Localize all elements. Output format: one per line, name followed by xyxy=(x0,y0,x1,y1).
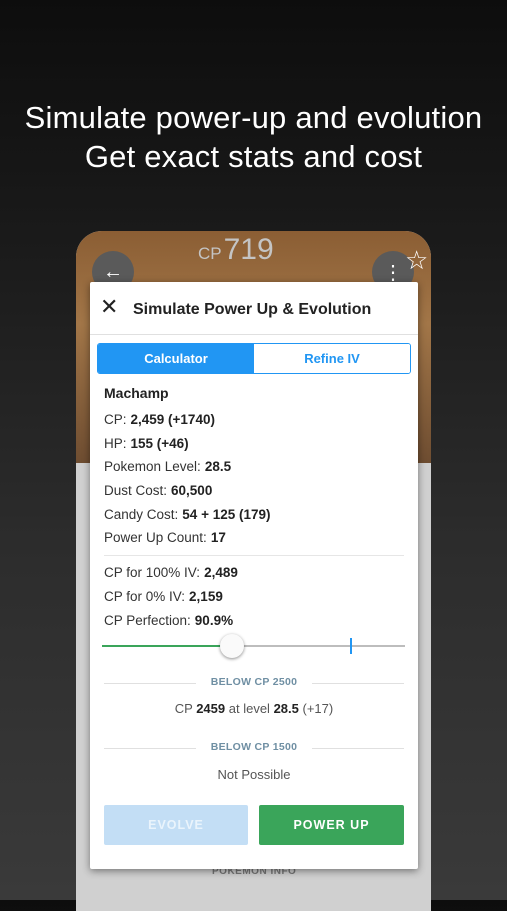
slider-thumb[interactable] xyxy=(220,634,244,658)
stat-value: 54 + 125 (179) xyxy=(182,506,271,522)
stat-label: Dust Cost: xyxy=(104,483,168,499)
phone-cp-display: CP719 xyxy=(198,233,274,267)
below-1500-result: Not Possible xyxy=(217,767,291,782)
stats-content: Machamp CP: 2,459 (+1740) HP: 155 (+46) Po… xyxy=(104,385,404,632)
cp-value: 2459 xyxy=(196,701,226,716)
stat-hp: HP: 155 (+46) xyxy=(104,432,404,456)
slider-current-marker xyxy=(350,638,352,654)
divider-line xyxy=(312,748,404,749)
star-icon[interactable]: ☆ xyxy=(405,245,428,276)
cp-delta: (+17) xyxy=(302,701,334,716)
stat-label: CP: xyxy=(104,412,127,427)
section-below-cp-1500: BELOW CP 1500 xyxy=(104,741,404,755)
dialog-title: Simulate Power Up & Evolution xyxy=(133,301,372,318)
stat-value: 2,459 (+1740) xyxy=(130,412,215,427)
stat-label: Candy Cost: xyxy=(104,506,179,522)
evolve-button[interactable]: EVOLVE xyxy=(104,805,248,845)
stat-value: 2,489 xyxy=(204,565,238,581)
cp-prefix: CP xyxy=(174,701,193,716)
stat-value: 60,500 xyxy=(171,483,213,499)
close-icon[interactable]: ✕ xyxy=(100,295,118,319)
stat-label: Pokemon Level: xyxy=(104,459,201,475)
below-2500-result: CP 2459 at level 28.5 (+17) xyxy=(104,701,404,716)
slider-track-filled xyxy=(102,645,232,647)
divider-line xyxy=(104,683,196,684)
slider-track-empty xyxy=(232,645,405,647)
stat-cp-0-iv: CP for 0% IV: 2,159 xyxy=(104,585,404,609)
pokemon-name: Machamp xyxy=(104,385,169,401)
stat-label: Power Up Count: xyxy=(104,530,207,546)
stat-cp-perfection: CP Perfection: 90.9% xyxy=(104,609,404,633)
tab-bar: Calculator Refine IV xyxy=(97,343,411,374)
stat-value: 28.5 xyxy=(204,459,232,475)
section-heading: BELOW CP 1500 xyxy=(210,741,298,753)
divider-line xyxy=(312,683,404,684)
section-heading: BELOW CP 2500 xyxy=(210,676,298,688)
dialog-header: ✕ Simulate Power Up & Evolution xyxy=(90,282,418,335)
power-up-button[interactable]: POWER UP xyxy=(259,805,404,845)
stat-value: 155 (+46) xyxy=(130,435,189,451)
arrow-left-icon: ← xyxy=(103,260,123,283)
stat-power-up-count: Power Up Count: 17 xyxy=(104,526,404,550)
simulate-dialog: ✕ Simulate Power Up & Evolution Calculat… xyxy=(90,282,418,869)
level-value: 28.5 xyxy=(273,701,299,716)
stat-dust-cost: Dust Cost: 60,500 xyxy=(104,479,404,503)
divider-line xyxy=(104,748,196,749)
stat-cp: CP: 2,459 (+1740) xyxy=(104,408,404,432)
tab-calculator[interactable]: Calculator xyxy=(98,344,254,373)
stat-label: CP for 100% IV: xyxy=(104,565,201,581)
stat-cp-100-iv: CP for 100% IV: 2,489 xyxy=(104,561,404,585)
headline-line-1: Simulate power-up and evolution xyxy=(24,100,483,135)
level-slider[interactable] xyxy=(102,634,405,658)
stat-value: 90.9% xyxy=(194,612,234,628)
more-vertical-icon: ⋮ xyxy=(383,261,403,284)
stat-label: HP: xyxy=(104,435,127,451)
stat-level: Pokemon Level: 28.5 xyxy=(104,455,404,479)
headline-line-2: Get exact stats and cost xyxy=(84,139,423,174)
stat-value: 17 xyxy=(210,530,226,546)
stat-value: 2,159 xyxy=(189,588,223,604)
stat-candy-cost: Candy Cost: 54 + 125 (179) xyxy=(104,503,404,527)
at-level-label: at level xyxy=(228,701,270,716)
phone-cp-value: 719 xyxy=(223,233,274,266)
stat-label: CP for 0% IV: xyxy=(104,588,186,604)
section-below-cp-2500: BELOW CP 2500 xyxy=(104,676,404,690)
tab-refine-iv[interactable]: Refine IV xyxy=(254,344,410,373)
stat-label: CP Perfection: xyxy=(104,612,191,628)
divider xyxy=(104,555,404,557)
phone-cp-prefix: CP xyxy=(198,244,222,263)
